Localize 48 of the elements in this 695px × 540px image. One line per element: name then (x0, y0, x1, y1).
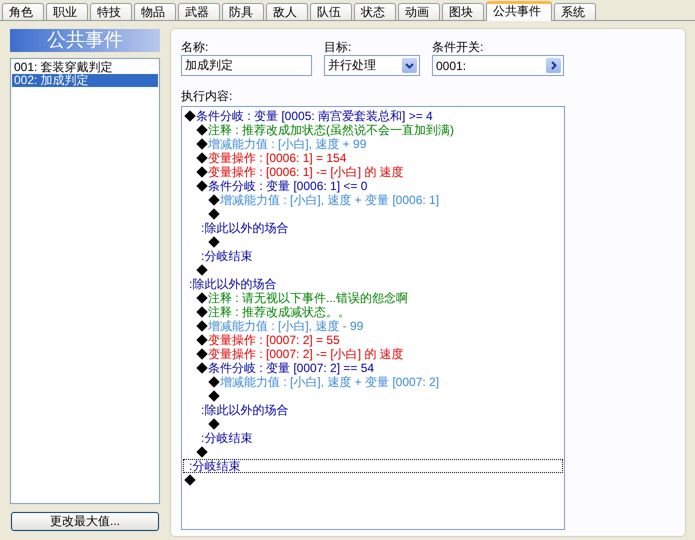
event-list-item[interactable]: 001: 套装穿戴判定 (12, 61, 158, 74)
event-command: 增减能力值 : [小白], 速度 - 99 (208, 319, 364, 333)
tab[interactable]: 职业 (46, 3, 88, 20)
chevron-down-icon (402, 58, 417, 73)
change-max-button[interactable]: 更改最大值... (11, 512, 159, 531)
tab[interactable]: 公共事件 (486, 1, 552, 21)
event-command-list[interactable] (181, 106, 565, 530)
switch-label: 条件开关: (432, 39, 484, 53)
target-dropdown[interactable]: 并行处理 (324, 55, 420, 76)
event-list[interactable]: 001: 套装穿戴判定 002: 加成判定 (10, 58, 160, 504)
tab[interactable]: 队伍 (310, 3, 352, 20)
chevron-right-icon[interactable] (546, 58, 561, 73)
event-command: 增减能力值 : [小白], 速度 + 变量 [0006: 1] (220, 193, 440, 207)
tab[interactable]: 状态 (354, 3, 396, 20)
sidebar-title: 公共事件 (10, 29, 160, 52)
tab[interactable]: 图块 (442, 3, 484, 20)
branch-label: :除此以外的场合 (201, 221, 288, 235)
event-command: 增减能力值 : [小白], 速度 + 变量 [0007: 2] (220, 375, 440, 389)
tab[interactable]: 物品 (134, 3, 176, 20)
target-label: 目标: (324, 39, 352, 53)
tab[interactable]: 敌人 (266, 3, 308, 20)
switch-field[interactable]: 0001: (432, 55, 564, 76)
event-command: 增减能力值 : [小白], 速度 + 99 (208, 137, 366, 151)
branch-label: :分岐结束 (201, 249, 252, 263)
event-command: 变量操作 : [0007: 2] = 55 (208, 333, 340, 347)
content-label: 执行内容: (181, 88, 234, 105)
event-command: 条件分岐 : 变量 [0007: 2] == 54 (208, 361, 374, 375)
tab[interactable]: 动画 (398, 3, 440, 20)
event-command: 条件分岐 : 变量 [0006: 1] <= 0 (208, 179, 368, 193)
branch-label: :分岐结束 (201, 431, 252, 445)
event-command: 注释 : 推荐改成减状态。。 (208, 305, 350, 319)
tab[interactable]: 角色 (2, 3, 44, 20)
tab[interactable]: 系统 (554, 3, 596, 20)
event-command: 条件分岐 : 变量 [0005: 南宫爱套装总和] >= 4 (196, 109, 433, 123)
name-label: 名称: (181, 39, 210, 53)
tab[interactable]: 武器 (178, 3, 220, 20)
branch-label: :除此以外的场合 (189, 277, 276, 291)
tab[interactable]: 特技 (90, 3, 132, 20)
tab[interactable]: 防具 (222, 3, 264, 20)
event-command: 变量操作 : [0006: 1] -= [小白] 的 速度 (208, 165, 404, 179)
event-command: 注释 : 请无视以下事件...错误的怨念啊 (208, 291, 408, 305)
event-list-item[interactable]: 002: 加成判定 (12, 74, 158, 87)
name-field[interactable]: 加成判定 (181, 55, 312, 76)
event-command: 变量操作 : [0007: 2] -= [小白] 的 速度 (208, 347, 404, 361)
branch-label: :分岐结束 (189, 459, 240, 473)
branch-label: :除此以外的场合 (201, 403, 288, 417)
event-command: 注释 : 推荐改成加状态(虽然说不会一直加到满) (208, 123, 454, 137)
event-command: 变量操作 : [0006: 1] = 154 (208, 151, 346, 165)
